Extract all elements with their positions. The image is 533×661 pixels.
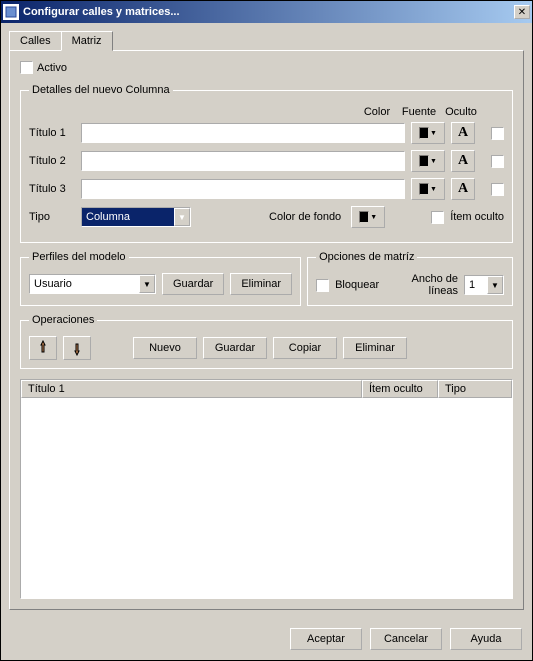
dialog-buttons: Aceptar Cancelar Ayuda bbox=[1, 618, 532, 660]
perfiles-eliminar-button[interactable]: Eliminar bbox=[230, 273, 292, 295]
titlebar: Configurar calles y matrices... ✕ bbox=[1, 1, 532, 23]
operaciones-legend: Operaciones bbox=[29, 314, 97, 326]
detalles-group: Detalles del nuevo Columna Color Fuente … bbox=[20, 84, 513, 243]
tipo-label: Tipo bbox=[29, 211, 75, 223]
move-up-button[interactable] bbox=[29, 336, 57, 360]
titulo3-font-button[interactable]: A bbox=[451, 178, 475, 200]
col-titulo[interactable]: Título 1 bbox=[21, 380, 362, 398]
color-fondo-button[interactable]: ▼ bbox=[351, 206, 385, 228]
titulo2-font-button[interactable]: A bbox=[451, 150, 475, 172]
item-oculto-label: Ítem oculto bbox=[450, 211, 504, 223]
eliminar-button[interactable]: Eliminar bbox=[343, 337, 407, 359]
ancho-label: Ancho de líneas bbox=[385, 273, 458, 297]
tab-strip: Calles Matriz bbox=[9, 31, 524, 50]
cancelar-button[interactable]: Cancelar bbox=[370, 628, 442, 650]
caret-down-icon: ▼ bbox=[370, 214, 377, 221]
titulo1-label: Título 1 bbox=[29, 127, 75, 139]
color-swatch-icon bbox=[419, 155, 429, 167]
aceptar-button[interactable]: Aceptar bbox=[290, 628, 362, 650]
move-down-button[interactable] bbox=[63, 336, 91, 360]
tab-calles[interactable]: Calles bbox=[9, 31, 62, 50]
titulo3-color-button[interactable]: ▼ bbox=[411, 178, 445, 200]
perfiles-group: Perfiles del modelo Usuario ▼ Guardar El… bbox=[20, 251, 301, 306]
titulo1-font-button[interactable]: A bbox=[451, 122, 475, 144]
color-swatch-icon bbox=[359, 211, 369, 223]
items-listview[interactable]: Título 1 Ítem oculto Tipo bbox=[20, 379, 513, 599]
caret-down-icon: ▼ bbox=[430, 130, 437, 137]
titulo2-color-button[interactable]: ▼ bbox=[411, 150, 445, 172]
color-swatch-icon bbox=[419, 127, 429, 139]
titulo2-label: Título 2 bbox=[29, 155, 75, 167]
activo-checkbox[interactable] bbox=[20, 61, 33, 74]
titulo1-oculto-checkbox[interactable] bbox=[491, 127, 504, 140]
col-tipo[interactable]: Tipo bbox=[438, 380, 512, 398]
guardar-button[interactable]: Guardar bbox=[203, 337, 267, 359]
hand-up-icon bbox=[37, 340, 49, 356]
ancho-dropdown[interactable]: 1 ▼ bbox=[464, 275, 504, 295]
titulo3-oculto-checkbox[interactable] bbox=[491, 183, 504, 196]
titulo1-input[interactable] bbox=[81, 123, 405, 143]
titulo3-label: Título 3 bbox=[29, 183, 75, 195]
tab-panel-matriz: Activo Detalles del nuevo Columna Color … bbox=[9, 50, 524, 610]
opciones-legend: Opciones de matríz bbox=[316, 251, 417, 263]
header-color: Color bbox=[359, 106, 395, 118]
hand-down-icon bbox=[71, 340, 83, 356]
caret-down-icon: ▼ bbox=[430, 186, 437, 193]
caret-down-icon: ▼ bbox=[430, 158, 437, 165]
perfiles-legend: Perfiles del modelo bbox=[29, 251, 129, 263]
client-area: Calles Matriz Activo Detalles del nuevo … bbox=[1, 23, 532, 618]
perfiles-guardar-button[interactable]: Guardar bbox=[162, 273, 224, 295]
bloquear-label: Bloquear bbox=[335, 279, 379, 291]
dialog-window: Configurar calles y matrices... ✕ Calles… bbox=[0, 0, 533, 661]
caret-down-icon: ▼ bbox=[487, 276, 503, 294]
header-fuente: Fuente bbox=[401, 106, 437, 118]
header-oculto: Oculto bbox=[443, 106, 479, 118]
listview-body[interactable] bbox=[21, 398, 512, 598]
copiar-button[interactable]: Copiar bbox=[273, 337, 337, 359]
perfiles-dropdown[interactable]: Usuario ▼ bbox=[29, 274, 156, 294]
tipo-value: Columna bbox=[82, 211, 174, 223]
caret-down-icon: ▼ bbox=[174, 208, 190, 226]
ancho-value: 1 bbox=[465, 279, 487, 291]
window-title: Configurar calles y matrices... bbox=[23, 6, 514, 18]
activo-label: Activo bbox=[37, 62, 67, 74]
nuevo-button[interactable]: Nuevo bbox=[133, 337, 197, 359]
tipo-dropdown[interactable]: Columna ▼ bbox=[81, 207, 191, 227]
detalles-legend: Detalles del nuevo Columna bbox=[29, 84, 173, 96]
app-icon bbox=[3, 4, 19, 20]
perfiles-value: Usuario bbox=[30, 278, 139, 290]
bloquear-checkbox[interactable] bbox=[316, 279, 329, 292]
color-fondo-label: Color de fondo bbox=[197, 211, 345, 223]
color-swatch-icon bbox=[419, 183, 429, 195]
opciones-group: Opciones de matríz Bloquear Ancho de lín… bbox=[307, 251, 513, 306]
close-button[interactable]: ✕ bbox=[514, 5, 530, 19]
titulo2-oculto-checkbox[interactable] bbox=[491, 155, 504, 168]
titulo1-color-button[interactable]: ▼ bbox=[411, 122, 445, 144]
ayuda-button[interactable]: Ayuda bbox=[450, 628, 522, 650]
tab-matriz[interactable]: Matriz bbox=[61, 31, 113, 51]
titulo3-input[interactable] bbox=[81, 179, 405, 199]
operaciones-group: Operaciones Nuevo Guardar Copiar Elimina… bbox=[20, 314, 513, 369]
col-item-oculto[interactable]: Ítem oculto bbox=[362, 380, 438, 398]
titulo2-input[interactable] bbox=[81, 151, 405, 171]
caret-down-icon: ▼ bbox=[139, 275, 155, 293]
listview-header: Título 1 Ítem oculto Tipo bbox=[21, 380, 512, 398]
item-oculto-checkbox[interactable] bbox=[431, 211, 444, 224]
